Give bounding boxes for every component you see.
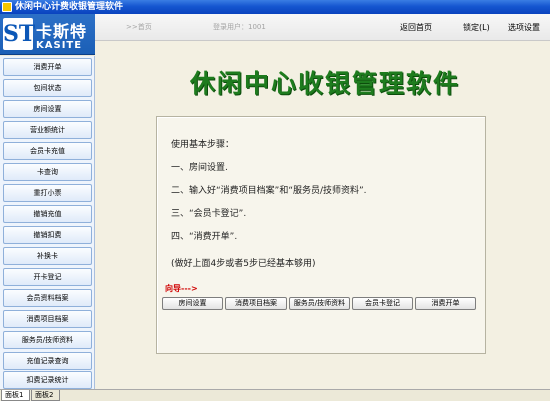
sidebar-item-undo-recharge[interactable]: 撤销充值 (3, 205, 92, 223)
tab-panel-1[interactable]: 面板1 (1, 390, 30, 401)
panel-tabs: 面板1 面板2 (0, 389, 550, 401)
step-4: 四、“消费开单”. (171, 232, 238, 242)
steps-note: (做好上面4步或者5步已经基本够用) (171, 259, 316, 269)
sidebar-item-staff-info[interactable]: 服务员/技师资料 (3, 331, 92, 349)
sidebar-item-undo-deduct[interactable]: 撤销扣费 (3, 226, 92, 244)
guide-panel: 使用基本步骤： 一、房间设置. 二、输入好“消费项目档案”和“服务员/技师资料”… (156, 116, 486, 354)
step-1: 一、房间设置. (171, 163, 228, 173)
sidebar-item-replace-card[interactable]: 补换卡 (3, 247, 92, 265)
main-area: 休闲中心收银管理软件 使用基本步骤： 一、房间设置. 二、输入好“消费项目档案”… (95, 41, 550, 389)
sidebar-item-reprint[interactable]: 重打小票 (3, 184, 92, 202)
logo-brand-en: KASITE (36, 40, 83, 51)
window-title: 休闲中心计费收银管理软件 (15, 2, 124, 12)
sidebar-item-room-status[interactable]: 包间状态 (3, 79, 92, 97)
page-title: 休闲中心收银管理软件 (189, 69, 460, 98)
sidebar-item-recharge-log[interactable]: 充值记录查询 (3, 352, 92, 370)
guide-label: 向导---> (165, 284, 198, 293)
item-archive-button[interactable]: 消费项目档案 (225, 297, 287, 310)
sidebar-item-card-recharge[interactable]: 会员卡充值 (3, 142, 92, 160)
sidebar-item-item-archive[interactable]: 消费项目档案 (3, 310, 92, 328)
window-title-bar[interactable]: 休闲中心计费收银管理软件 (0, 0, 550, 14)
options-button[interactable]: 选项设置 (508, 22, 540, 33)
logo: ST 卡斯特 KASITE (0, 14, 95, 55)
member-register-button[interactable]: 会员卡登记 (352, 297, 413, 310)
staff-info-button[interactable]: 服务员/技师资料 (289, 297, 350, 310)
sidebar-item-consume-order[interactable]: 消费开单 (3, 58, 92, 76)
sidebar-item-card-query[interactable]: 卡查询 (3, 163, 92, 181)
sidebar-item-room-settings[interactable]: 房间设置 (3, 100, 92, 118)
app-icon (2, 2, 12, 12)
back-home-button[interactable]: 返回首页 (400, 22, 432, 33)
sidebar-item-member-archive[interactable]: 会员资料档案 (3, 289, 92, 307)
login-user-label: 登录用户：1001 (213, 23, 266, 31)
steps-heading: 使用基本步骤： (171, 140, 235, 150)
tab-panel-2[interactable]: 面板2 (31, 390, 60, 401)
step-2: 二、输入好“消费项目档案”和“服务员/技师资料”. (171, 186, 367, 196)
consume-order-button[interactable]: 消费开单 (415, 297, 476, 310)
logo-brand-cn: 卡斯特 (36, 22, 88, 41)
logo-mark: ST (3, 18, 35, 50)
sidebar-item-revenue-stats[interactable]: 营业额统计 (3, 121, 92, 139)
room-settings-button[interactable]: 房间设置 (162, 297, 223, 310)
lock-button[interactable]: 锁定(L) (463, 22, 490, 33)
header-bar: >>首页 登录用户：1001 返回首页 锁定(L) 选项设置 (95, 14, 550, 41)
sidebar-item-open-card[interactable]: 开卡登记 (3, 268, 92, 286)
breadcrumb-home[interactable]: >>首页 (126, 22, 152, 32)
sidebar: 消费开单 包间状态 房间设置 营业额统计 会员卡充值 卡查询 重打小票 撤销充值… (0, 56, 95, 389)
sidebar-item-deduct-stats[interactable]: 扣费记录统计 (3, 371, 92, 389)
step-3: 三、“会员卡登记”. (171, 209, 247, 219)
